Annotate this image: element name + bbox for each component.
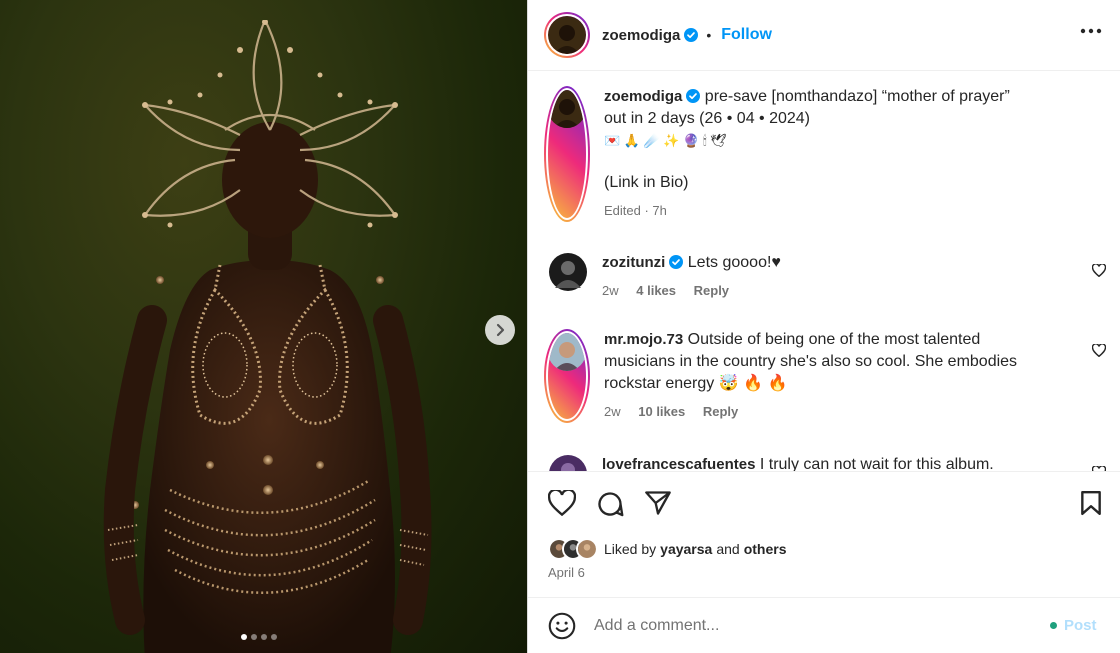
verified-badge-icon bbox=[684, 28, 699, 42]
post-date: April 6 bbox=[548, 565, 585, 580]
more-options-icon[interactable] bbox=[1080, 28, 1102, 34]
liked-by-prefix: Liked by bbox=[604, 541, 657, 557]
emoji-smiley-icon[interactable] bbox=[548, 612, 576, 640]
add-comment-bar: Post bbox=[528, 597, 1120, 653]
chevron-right-icon bbox=[496, 323, 505, 337]
author-avatar[interactable] bbox=[544, 86, 590, 222]
liked-by-and: and bbox=[716, 541, 740, 557]
commenter-username[interactable]: mr.mojo.73 bbox=[604, 331, 683, 348]
comment-time: 2w bbox=[604, 404, 621, 419]
comments-list[interactable]: zoemodiga pre-save [nomthandazo] “mother… bbox=[528, 72, 1120, 471]
caption-text: out in 2 days (26 • 04 • 2024) bbox=[604, 110, 810, 127]
post-media[interactable] bbox=[0, 0, 527, 653]
carousel-dot bbox=[241, 634, 247, 640]
caption: zoemodiga pre-save [nomthandazo] “mother… bbox=[544, 86, 1044, 222]
commenter-avatar[interactable] bbox=[548, 454, 588, 471]
caption-emoji: 💌 🙏 ☄️ ✨ 🔮 🕯 🕊 bbox=[604, 133, 727, 148]
like-comment-heart-icon[interactable] bbox=[1092, 264, 1106, 277]
like-heart-icon[interactable] bbox=[548, 490, 576, 516]
comment-text: Lets goooo!♥ bbox=[687, 254, 781, 271]
commenter-avatar[interactable] bbox=[548, 252, 588, 292]
next-slide-button[interactable] bbox=[485, 315, 515, 345]
carousel-dot bbox=[261, 634, 267, 640]
liker-avatar[interactable] bbox=[576, 538, 598, 560]
author-username[interactable]: zoemodiga bbox=[602, 27, 680, 44]
follow-button[interactable]: Follow bbox=[721, 26, 772, 44]
commenter-username[interactable]: lovefrancescafuentes bbox=[602, 456, 755, 471]
comment-text: Outside of being one of the most talente… bbox=[687, 331, 981, 348]
liked-by: Liked by yayarsa and others bbox=[548, 538, 786, 560]
author-avatar[interactable] bbox=[544, 12, 590, 58]
caption-meta: Edited · 7h bbox=[604, 203, 667, 218]
carousel-dot bbox=[271, 634, 277, 640]
verified-badge-icon bbox=[669, 255, 684, 269]
liked-by-others[interactable]: others bbox=[744, 541, 787, 557]
carousel-indicator bbox=[241, 634, 277, 640]
caption-text: pre-save [nomthandazo] “mother of prayer… bbox=[704, 88, 1010, 105]
header-separator: • bbox=[706, 27, 712, 43]
reply-button[interactable]: Reply bbox=[694, 283, 729, 298]
caption-username[interactable]: zoemodiga bbox=[604, 88, 682, 105]
reply-button[interactable]: Reply bbox=[703, 404, 738, 419]
share-plane-icon[interactable] bbox=[644, 490, 672, 516]
comment-text: rockstar energy 🤯 🔥 🔥 bbox=[604, 375, 788, 392]
save-bookmark-icon[interactable] bbox=[1080, 490, 1102, 516]
comment-item: zozitunzi Lets goooo!♥ 2w 4 likes Reply bbox=[544, 252, 1042, 302]
carousel-dot bbox=[251, 634, 257, 640]
online-status-dot bbox=[1050, 622, 1057, 629]
like-comment-heart-icon[interactable] bbox=[1092, 344, 1106, 357]
verified-badge-icon bbox=[686, 89, 701, 103]
comment-likes[interactable]: 4 likes bbox=[636, 283, 676, 298]
post-comment-button[interactable]: Post bbox=[1064, 617, 1097, 634]
comment-item: lovefrancescafuentes I truly can not wai… bbox=[544, 454, 1042, 471]
comment-text: musicians in the country she's also so c… bbox=[604, 353, 1018, 370]
commenter-avatar[interactable] bbox=[544, 329, 590, 423]
comment-text: I truly can not wait for this album. bbox=[759, 456, 994, 471]
comment-likes[interactable]: 10 likes bbox=[638, 404, 685, 419]
comment-bubble-icon[interactable] bbox=[596, 490, 624, 518]
comment-input[interactable] bbox=[594, 616, 1014, 635]
comment-time: 2w bbox=[602, 283, 619, 298]
liked-by-user[interactable]: yayarsa bbox=[660, 541, 712, 557]
comment-item: mr.mojo.73 Outside of being one of the m… bbox=[544, 329, 1044, 423]
post-actions: Liked by yayarsa and others April 6 bbox=[528, 471, 1120, 596]
commenter-username[interactable]: zozitunzi bbox=[602, 254, 665, 271]
post-header: zoemodiga • Follow bbox=[528, 0, 1120, 71]
post-photo bbox=[103, 20, 432, 653]
caption-link-text: (Link in Bio) bbox=[604, 174, 689, 191]
post-detail-panel: zoemodiga • Follow zoemodiga pre-save [n… bbox=[527, 0, 1120, 653]
